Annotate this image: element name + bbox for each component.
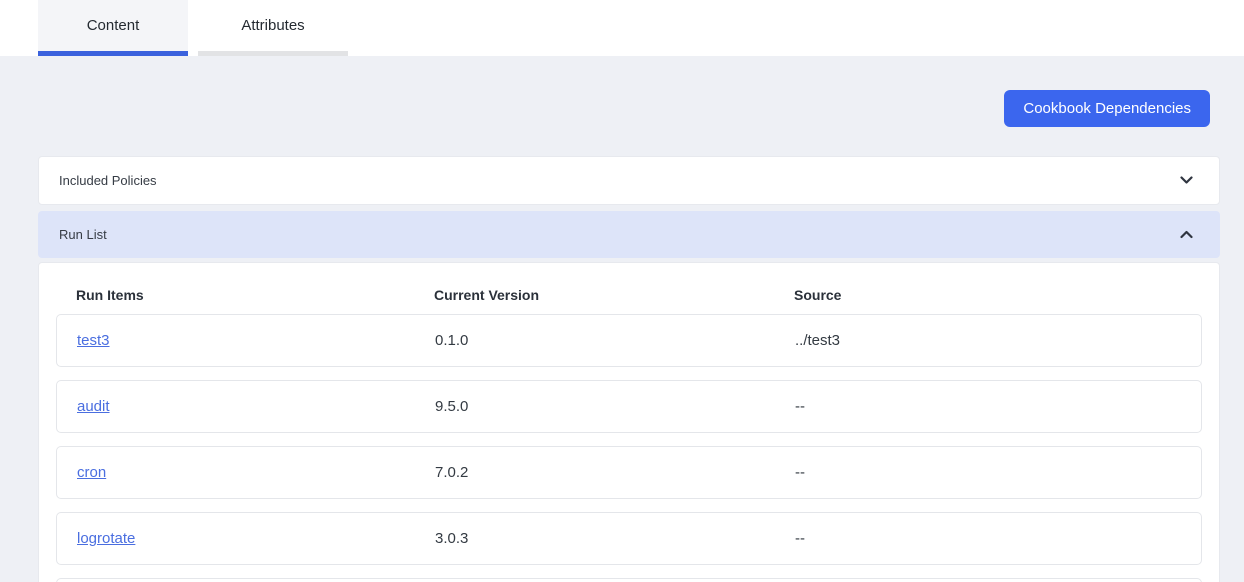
column-header-run-items: Run Items	[76, 287, 144, 303]
table-row: test3 0.1.0 ../test3	[56, 314, 1202, 367]
source-cell: --	[795, 398, 805, 415]
column-header-source: Source	[794, 287, 842, 303]
run-list-accordion-header[interactable]: Run List	[38, 211, 1220, 258]
content-panel: Cookbook Dependencies Included Policies …	[0, 56, 1244, 582]
tab-content-label: Content	[86, 17, 140, 34]
cookbook-dependencies-button[interactable]: Cookbook Dependencies	[1004, 90, 1210, 127]
run-list-accordion-body: Run Items Current Version Source test3 0…	[38, 262, 1220, 582]
column-header-current-version: Current Version	[434, 287, 540, 303]
run-item-link[interactable]: audit	[77, 398, 110, 415]
run-item-link[interactable]: cron	[77, 464, 106, 481]
tab-content[interactable]: Content	[38, 0, 188, 56]
chevron-down-icon	[1180, 173, 1193, 188]
table-row: cron 7.0.2 --	[56, 446, 1202, 499]
source-cell: --	[795, 530, 805, 547]
tab-attributes[interactable]: Attributes	[198, 0, 348, 56]
included-policies-accordion-header[interactable]: Included Policies	[38, 156, 1220, 205]
current-version-cell: 9.5.0	[435, 398, 469, 415]
source-cell: --	[795, 464, 805, 481]
run-list-rows: test3 0.1.0 ../test3 audit 9.5.0 -- cron…	[56, 314, 1202, 582]
run-item-link[interactable]: test3	[77, 332, 110, 349]
tab-attributes-label: Attributes	[241, 17, 305, 34]
toolbar: Cookbook Dependencies	[38, 56, 1220, 127]
run-list-table-header: Run Items Current Version Source	[56, 276, 1202, 314]
source-cell: ../test3	[795, 332, 841, 349]
included-policies-accordion: Included Policies	[38, 156, 1220, 205]
run-list-accordion: Run List Run Items Current Version Sourc…	[38, 211, 1220, 582]
table-row: audit 9.5.0 --	[56, 380, 1202, 433]
current-version-cell: 0.1.0	[435, 332, 469, 349]
run-list-label: Run List	[59, 227, 107, 242]
included-policies-label: Included Policies	[59, 173, 157, 188]
table-row	[56, 578, 1202, 582]
table-row: logrotate 3.0.3 --	[56, 512, 1202, 565]
tab-bar: Content Attributes	[0, 0, 1244, 56]
current-version-cell: 7.0.2	[435, 464, 469, 481]
chevron-up-icon	[1180, 227, 1193, 242]
current-version-cell: 3.0.3	[435, 530, 469, 547]
run-item-link[interactable]: logrotate	[77, 530, 135, 547]
